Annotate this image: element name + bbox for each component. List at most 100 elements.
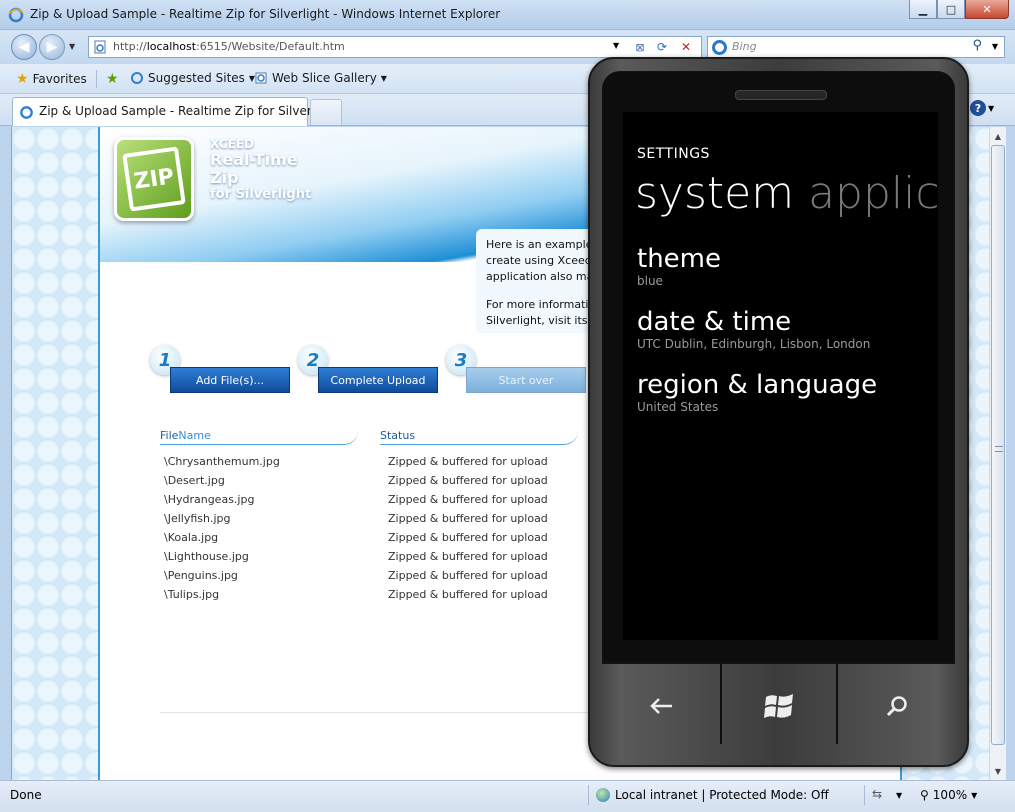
footer-divider — [160, 712, 600, 713]
search-icon — [886, 696, 907, 717]
suggested-sites-button[interactable]: Suggested Sites ▼ — [130, 71, 255, 85]
list-item[interactable]: \Chrysanthemum.jpg — [164, 452, 280, 471]
phone-search-button[interactable] — [838, 664, 955, 748]
stop-button[interactable]: ✕ — [677, 39, 695, 55]
chevron-down-icon: ▼ — [971, 790, 978, 800]
maximize-button[interactable]: □ — [937, 0, 965, 19]
brand-line-4: for Silverlight — [210, 187, 312, 202]
status-text: Zipped & buffered for upload — [388, 493, 548, 506]
windows-phone-emulator: SETTINGS system applicat theme blue date… — [588, 57, 969, 767]
page-icon — [94, 40, 106, 54]
new-tab-button[interactable] — [310, 99, 342, 125]
forward-button[interactable]: ▶ — [39, 34, 65, 60]
status-bar: Done Local intranet | Protected Mode: Of… — [0, 780, 1015, 812]
pivot-item-applications[interactable]: applicat — [808, 168, 938, 219]
pivot-item-system[interactable]: system — [635, 168, 794, 219]
magnifier-icon: ⚲ — [972, 38, 982, 53]
list-item[interactable]: \Tulips.jpg — [164, 585, 280, 604]
zone-label: Local intranet | Protected Mode: Off — [615, 788, 829, 802]
add-to-favorites-button[interactable]: ★ — [106, 71, 119, 87]
minimize-button[interactable]: ▁ — [909, 0, 937, 19]
list-item[interactable]: \Lighthouse.jpg — [164, 547, 280, 566]
refresh-button[interactable]: ⟳ — [653, 39, 671, 55]
scroll-down-button[interactable]: ▼ — [990, 763, 1006, 779]
zoom-level: 100% — [932, 788, 968, 802]
phone-back-button[interactable] — [602, 664, 720, 748]
help-icon[interactable]: ? — [970, 100, 986, 116]
brand-title: XCEED Real-Time Zip for Silverlight — [210, 137, 311, 202]
vertical-scrollbar[interactable]: ▲ ▼ — [989, 127, 1006, 780]
column-header-filename[interactable]: FileName — [160, 429, 358, 445]
complete-upload-button[interactable]: Complete Upload — [318, 367, 438, 393]
security-zone[interactable]: Local intranet | Protected Mode: Off — [596, 788, 829, 802]
app-title: SETTINGS — [637, 146, 710, 162]
web-slice-icon — [255, 72, 267, 84]
back-arrow-icon — [650, 698, 672, 714]
ie-logo-icon — [8, 7, 24, 23]
status-text: Zipped & buffered for upload — [388, 588, 548, 601]
popup-blocker-icon[interactable]: ⇆ — [872, 787, 882, 801]
star-icon: ★ — [16, 71, 29, 87]
list-item[interactable]: \Koala.jpg — [164, 528, 280, 547]
help-dropdown[interactable]: ▼ — [988, 104, 994, 113]
search-input[interactable]: Bing — [732, 40, 757, 53]
scroll-thumb[interactable] — [991, 145, 1005, 745]
status-text: Done — [10, 788, 42, 802]
history-dropdown[interactable]: ▼ — [69, 42, 75, 51]
file-name-column: \Chrysanthemum.jpg \Desert.jpg \Hydrange… — [164, 452, 280, 604]
setting-value: blue — [637, 274, 663, 288]
search-dropdown[interactable]: ▼ — [992, 42, 998, 51]
suggested-sites-label: Suggested Sites — [148, 71, 245, 85]
add-files-button[interactable]: Add File(s)... — [170, 367, 290, 393]
back-button[interactable]: ◀ — [11, 34, 37, 60]
refresh-icon: ⟳ — [656, 40, 668, 54]
address-bar[interactable]: http://localhost:6515/Website/Default.ht… — [88, 36, 702, 58]
globe-icon — [596, 788, 610, 802]
search-button[interactable]: ⚲ — [972, 38, 982, 53]
setting-name: date & time — [637, 307, 792, 337]
setting-region-language[interactable]: region & language United States — [637, 370, 877, 414]
list-item[interactable]: \Desert.jpg — [164, 471, 280, 490]
phone-hardware-buttons — [602, 663, 955, 747]
zoom-control[interactable]: ⚲ 100% ▼ — [920, 788, 977, 802]
favorites-button[interactable]: ★ Favorites — [16, 71, 87, 87]
setting-name: region & language — [637, 370, 878, 400]
setting-theme[interactable]: theme blue — [637, 244, 721, 288]
xceed-zip-logo: ZIP — [114, 137, 194, 221]
compatibility-view-button[interactable]: ⊠ — [631, 39, 649, 55]
window-title: Zip & Upload Sample - Realtime Zip for S… — [30, 7, 501, 21]
minimize-icon: ▁ — [918, 2, 928, 16]
address-dropdown[interactable]: ▼ — [613, 41, 619, 50]
phone-start-button[interactable] — [722, 664, 836, 748]
scroll-up-button[interactable]: ▲ — [990, 128, 1006, 144]
window-controls: ▁ □ ✕ — [909, 0, 1009, 20]
setting-name: theme — [637, 244, 721, 274]
setting-date-time[interactable]: date & time UTC Dublin, Edinburgh, Lisbo… — [637, 307, 870, 351]
search-box[interactable]: Bing ⚲ ▼ — [707, 36, 1005, 58]
status-text: Zipped & buffered for upload — [388, 531, 548, 544]
close-icon: ✕ — [982, 2, 992, 16]
start-over-button[interactable]: Start over — [466, 367, 586, 393]
background-pattern-left — [12, 127, 98, 780]
setting-value: UTC Dublin, Edinburgh, Lisbon, London — [637, 337, 871, 351]
web-slice-gallery-button[interactable]: Web Slice Gallery ▼ — [254, 71, 387, 85]
divider — [864, 785, 865, 805]
status-text: Zipped & buffered for upload — [388, 512, 548, 525]
close-button[interactable]: ✕ — [965, 0, 1009, 19]
arrow-right-icon: ▶ — [46, 39, 58, 55]
list-item[interactable]: \Penguins.jpg — [164, 566, 280, 585]
brand-line-2: Real-Time — [210, 150, 298, 169]
tab-active[interactable]: Zip & Upload Sample - Realtime Zip for S… — [12, 97, 338, 126]
list-item[interactable]: \Hydrangeas.jpg — [164, 490, 280, 509]
ie-logo-icon — [20, 106, 33, 119]
setting-value: United States — [637, 400, 719, 414]
ie-page-icon — [131, 72, 143, 84]
status-text: Zipped & buffered for upload — [388, 550, 548, 563]
zip-logo-glyph: ZIP — [122, 146, 186, 212]
list-item[interactable]: \Jellyfish.jpg — [164, 509, 280, 528]
favorites-label: Favorites — [32, 72, 87, 86]
column-header-status[interactable]: Status — [380, 429, 578, 445]
title-bar: Zip & Upload Sample - Realtime Zip for S… — [0, 0, 1015, 30]
chevron-down-icon[interactable]: ▼ — [896, 791, 902, 800]
brand-line-3: Zip — [210, 168, 239, 187]
